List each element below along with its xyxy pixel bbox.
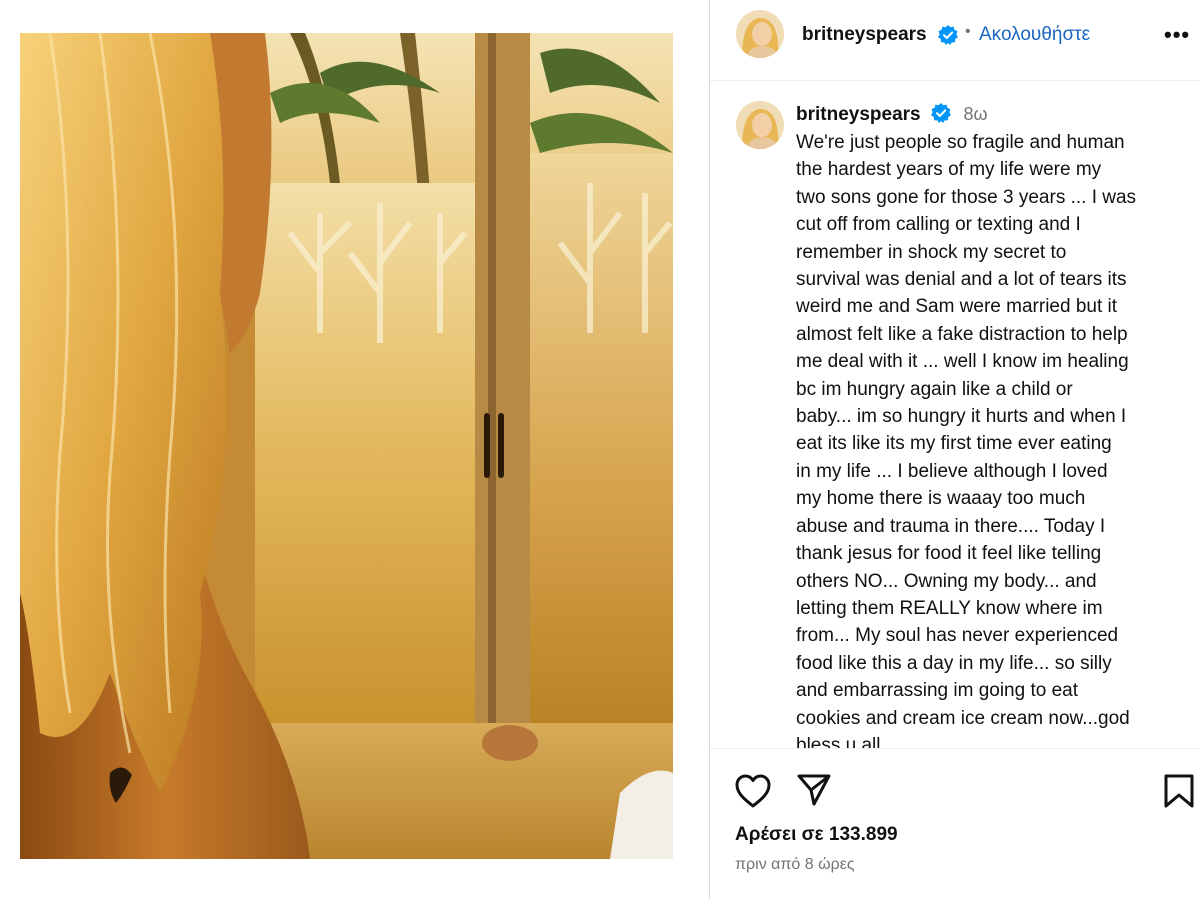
separator-dot: • xyxy=(965,23,971,40)
caption-text: We're just people so fragile and human t… xyxy=(796,132,1137,748)
caption-header: britneyspears 8ω xyxy=(796,103,988,126)
follow-button[interactable]: Ακολουθήστε xyxy=(979,24,1090,46)
verified-badge-icon xyxy=(938,25,958,45)
actions-bar: Αρέσει σε 133.899 πριν από 8 ώρες xyxy=(710,748,1200,900)
username-link[interactable]: britneyspears xyxy=(802,24,927,46)
avatar[interactable] xyxy=(736,101,784,149)
heart-icon[interactable] xyxy=(734,773,772,809)
post-details-panel: britneyspears • Ακολουθήστε ••• britneys… xyxy=(709,0,1200,900)
comments-section[interactable]: britneyspears 8ω We're just people so fr… xyxy=(710,81,1200,748)
caption-timestamp[interactable]: 8ω xyxy=(964,104,988,124)
more-options-icon[interactable]: ••• xyxy=(1164,22,1190,48)
likes-count[interactable]: Αρέσει σε 133.899 xyxy=(735,824,898,846)
bookmark-icon[interactable] xyxy=(1162,773,1196,809)
caption-username-link[interactable]: britneyspears xyxy=(796,104,921,125)
post-header: britneyspears • Ακολουθήστε ••• xyxy=(710,0,1200,81)
post-time-ago[interactable]: πριν από 8 ώρες xyxy=(735,856,855,874)
avatar[interactable] xyxy=(736,10,784,58)
verified-badge-icon xyxy=(931,103,952,123)
post-image[interactable] xyxy=(20,33,673,859)
paper-plane-icon[interactable] xyxy=(796,772,832,808)
